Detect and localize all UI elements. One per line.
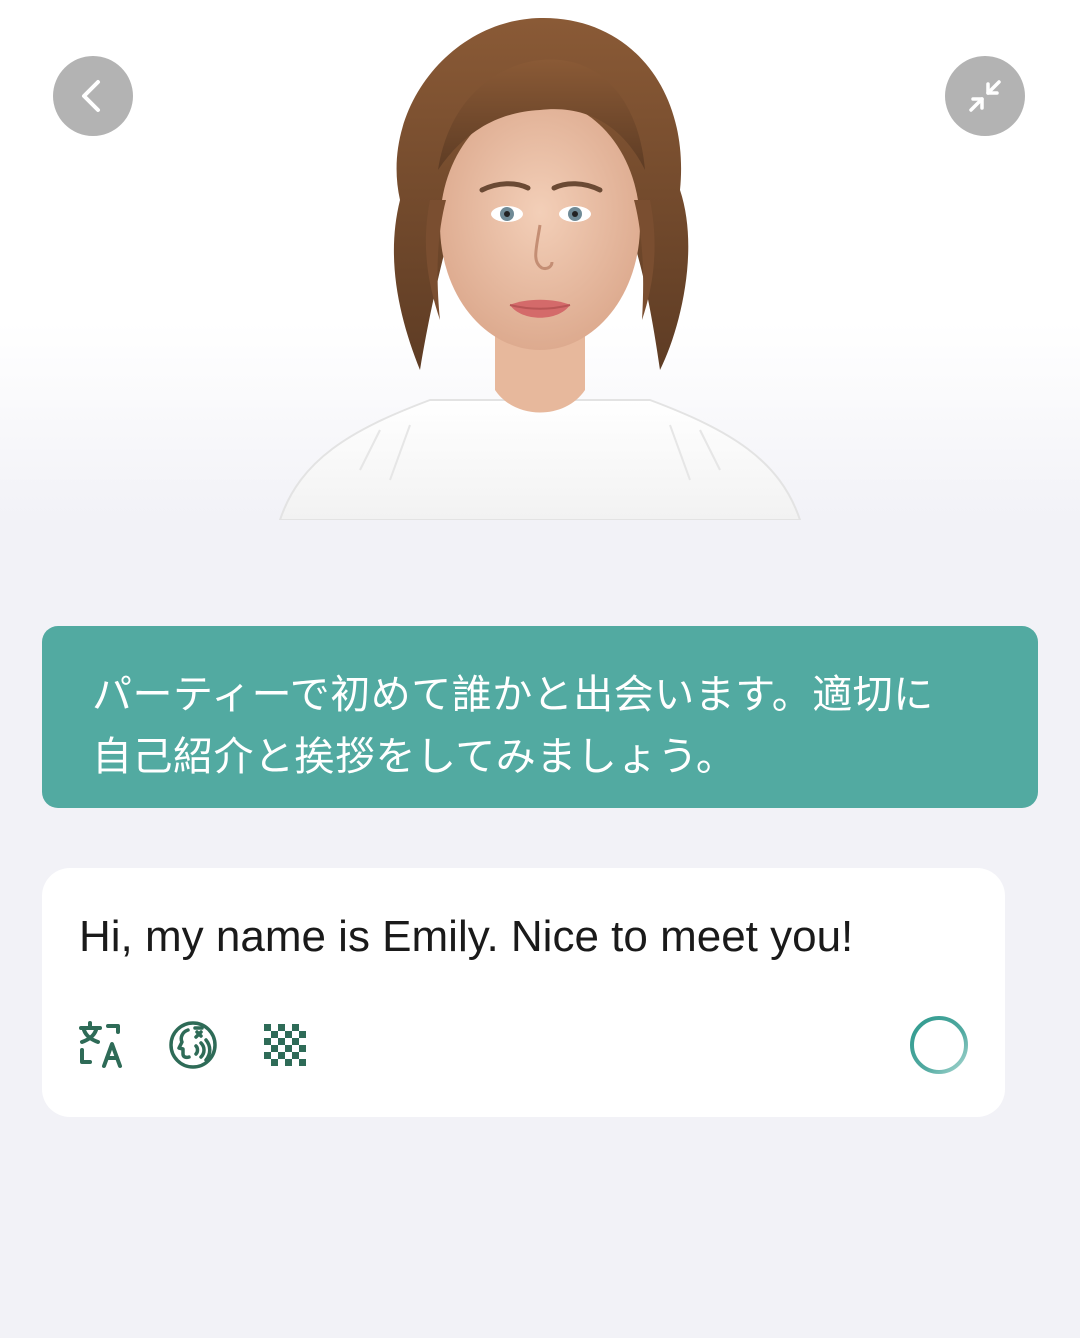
avatar-area	[0, 0, 1080, 520]
speak-button[interactable]	[168, 1020, 218, 1070]
translate-icon	[79, 1021, 122, 1068]
mosaic-button[interactable]	[260, 1020, 310, 1070]
collapse-arrows-icon	[969, 80, 1001, 112]
chevron-left-icon	[82, 80, 100, 112]
avatar-portrait	[278, 17, 802, 520]
translate-button[interactable]	[78, 1020, 128, 1070]
answer-text: Hi, my name is Emily. Nice to meet you!	[79, 912, 854, 961]
mosaic-icon	[264, 1024, 306, 1066]
scenario-prompt-card: パーティーで初めて誰かと出会います。適切に 自己紹介と挨拶をしてみましょう。	[42, 626, 1038, 808]
speak-icon	[169, 1021, 217, 1069]
scenario-prompt-text: パーティーで初めて誰かと出会います。適切に 自己紹介と挨拶をしてみましょう。	[92, 672, 934, 780]
collapse-button[interactable]	[945, 56, 1025, 136]
answer-card: Hi, my name is Emily. Nice to meet you!	[42, 868, 1005, 1117]
record-ring-icon[interactable]	[908, 1014, 970, 1076]
back-button[interactable]	[53, 56, 133, 136]
